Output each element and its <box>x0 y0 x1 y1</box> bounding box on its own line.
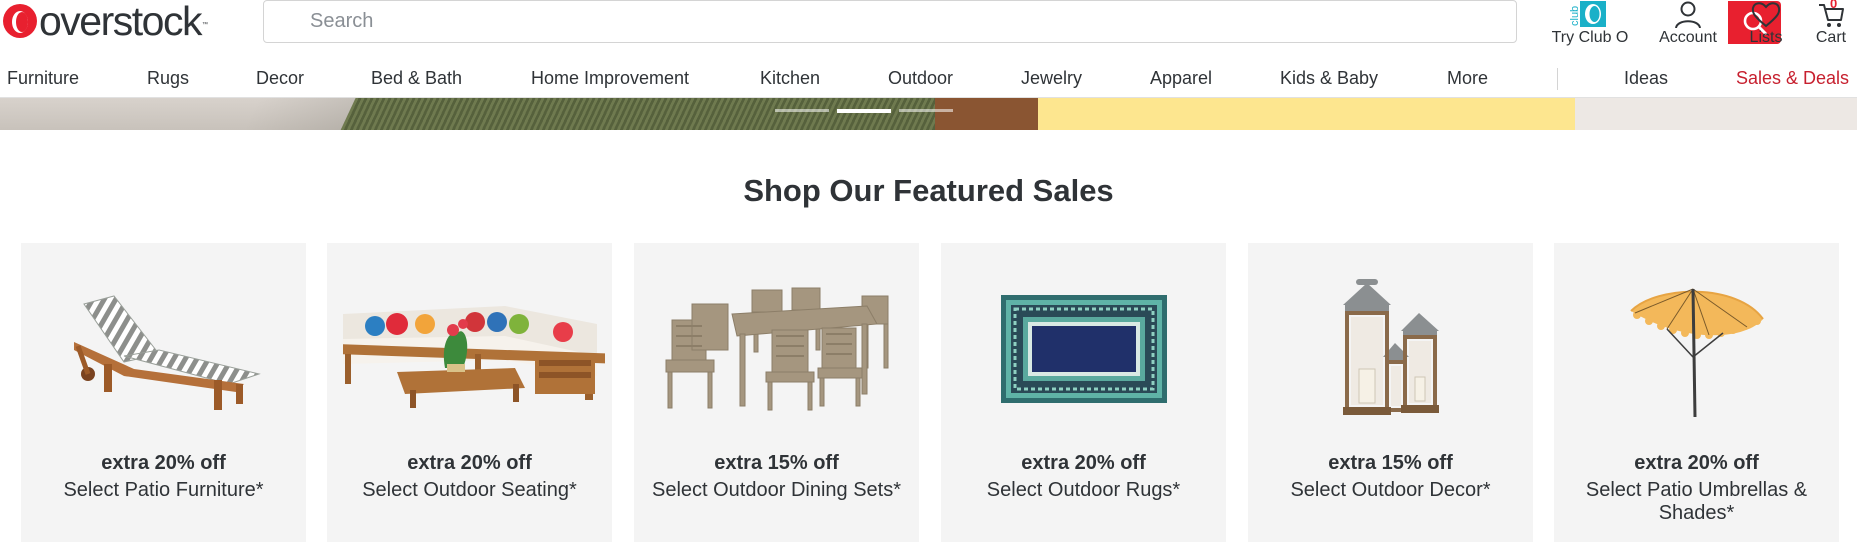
hero-wood-image <box>935 98 1045 130</box>
card-label: Select Outdoor Dining Sets* <box>651 479 902 501</box>
club-o-icon: club <box>1569 1 1606 27</box>
card-deal-text: extra 15% off <box>714 452 839 474</box>
patio-umbrella-icon <box>1629 288 1764 418</box>
card-label: Select Outdoor Rugs* <box>986 479 1181 501</box>
card-deal-text: extra 20% off <box>1021 452 1146 474</box>
account-icon <box>1675 1 1701 28</box>
nav-item-rugs[interactable]: Rugs <box>147 68 189 89</box>
overstock-logo-icon <box>3 4 37 38</box>
search-input[interactable] <box>264 1 1464 42</box>
featured-sales-grid: extra 20% off Select Patio Furniture* ex… <box>0 243 1857 542</box>
carousel-indicators <box>775 109 953 113</box>
site-header: overstock ™ club Try Club O <box>0 0 1857 46</box>
cart-link[interactable]: 0 Cart <box>1807 0 1855 46</box>
nav-item-furniture[interactable]: Furniture <box>7 68 79 89</box>
card-label: Select Outdoor Seating* <box>362 479 577 501</box>
card-image <box>634 279 919 419</box>
carousel-dot-active[interactable] <box>837 109 891 113</box>
sale-card-outdoor-decor[interactable]: extra 15% off Select Outdoor Decor* <box>1248 243 1533 542</box>
nav-item-decor[interactable]: Decor <box>256 68 304 89</box>
nav-item-apparel[interactable]: Apparel <box>1150 68 1212 89</box>
nav-item-kids-baby[interactable]: Kids & Baby <box>1280 68 1378 89</box>
cart-label: Cart <box>1815 29 1847 46</box>
nav-item-home-improvement[interactable]: Home Improvement <box>531 68 689 89</box>
account-label: Account <box>1659 29 1717 46</box>
club-label: Try Club O <box>1551 29 1629 46</box>
nav-item-bed-bath[interactable]: Bed & Bath <box>371 68 462 89</box>
card-deal-text: extra 15% off <box>1328 452 1453 474</box>
account-link[interactable]: Account <box>1650 0 1726 46</box>
sectional-sofa-icon <box>342 306 605 408</box>
overstock-logo[interactable]: overstock ™ <box>2 0 208 42</box>
lanterns-icon <box>1342 279 1439 415</box>
card-deal-text: extra 20% off <box>101 452 226 474</box>
nav-item-jewelry[interactable]: Jewelry <box>1021 68 1082 89</box>
card-image <box>941 279 1226 419</box>
cart-count-badge: 0 <box>1830 0 1838 11</box>
nav-item-kitchen[interactable]: Kitchen <box>760 68 820 89</box>
carousel-dot[interactable] <box>775 109 829 112</box>
card-image <box>21 279 306 419</box>
try-club-o-link[interactable]: club Try Club O <box>1547 0 1633 46</box>
chaise-lounge-icon <box>73 295 261 410</box>
area-rug-icon <box>1000 295 1167 403</box>
heart-icon <box>1751 2 1781 28</box>
card-deal-text: extra 20% off <box>407 452 532 474</box>
featured-sales-title: Shop Our Featured Sales <box>743 173 1114 208</box>
carousel-dot[interactable] <box>899 109 953 112</box>
svg-text:club: club <box>1569 6 1581 26</box>
nav-divider <box>1557 68 1558 90</box>
search-bar <box>263 0 1781 44</box>
dining-set-icon <box>665 287 888 411</box>
hero-photo-right <box>1575 98 1857 130</box>
nav-item-outdoor[interactable]: Outdoor <box>888 68 953 89</box>
lists-label: Lists <box>1749 29 1783 46</box>
sale-card-outdoor-seating[interactable]: extra 20% off Select Outdoor Seating* <box>327 243 612 542</box>
card-label: Select Outdoor Decor* <box>1290 479 1491 501</box>
category-nav: Furniture Rugs Decor Bed & Bath Home Imp… <box>0 60 1857 98</box>
hero-promo-panel <box>1038 98 1575 130</box>
nav-item-ideas[interactable]: Ideas <box>1624 68 1668 89</box>
logo-trademark: ™ <box>201 22 208 28</box>
logo-text: overstock <box>39 0 202 44</box>
nav-item-more[interactable]: More <box>1447 68 1488 89</box>
card-deal-text: extra 20% off <box>1634 452 1759 474</box>
lists-link[interactable]: Lists <box>1736 0 1796 46</box>
card-label: Select Patio Furniture* <box>63 479 264 501</box>
card-image <box>1248 279 1533 419</box>
nav-item-sales-deals[interactable]: Sales & Deals <box>1736 68 1849 89</box>
card-label: Select Patio Umbrellas & Shades* <box>1585 479 1808 524</box>
sale-card-patio-furniture[interactable]: extra 20% off Select Patio Furniture* <box>21 243 306 542</box>
card-image <box>327 279 612 419</box>
hero-banner[interactable] <box>0 98 1857 130</box>
sale-card-patio-umbrellas[interactable]: extra 20% off Select Patio Umbrellas & S… <box>1554 243 1839 542</box>
sale-card-outdoor-rugs[interactable]: extra 20% off Select Outdoor Rugs* <box>941 243 1226 542</box>
sale-card-outdoor-dining-sets[interactable]: extra 15% off Select Outdoor Dining Sets… <box>634 243 919 542</box>
hero-photo <box>0 98 1061 130</box>
card-image <box>1554 279 1839 419</box>
